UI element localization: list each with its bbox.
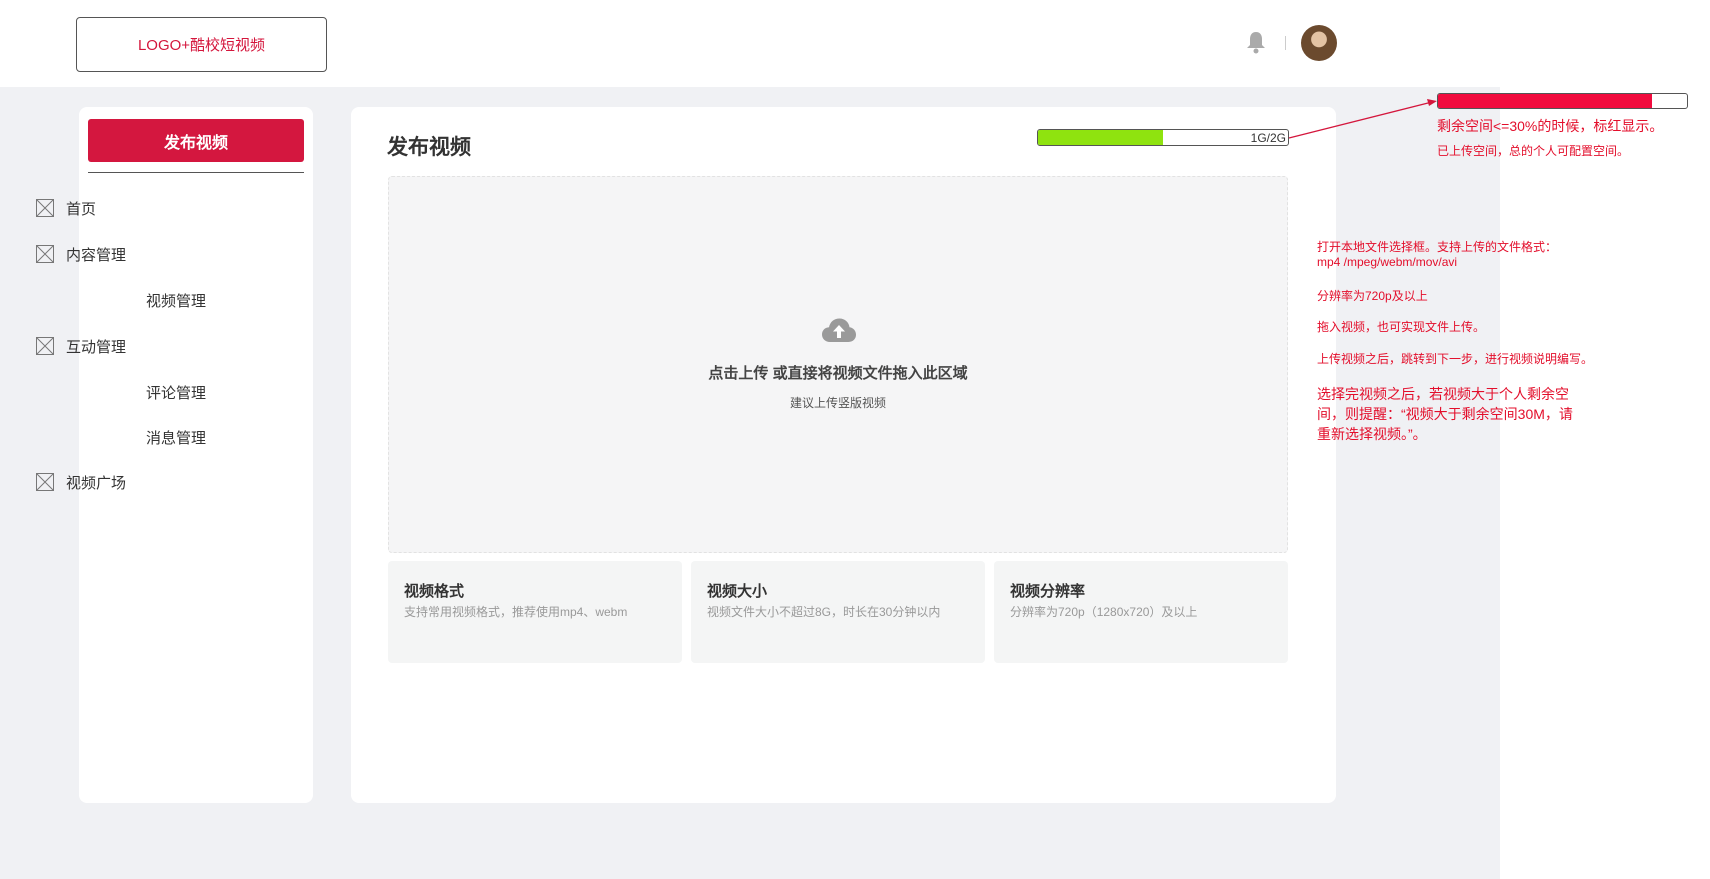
annotation-storage-note-1: 剩余空间<=30%的时候，标红显示。 (1437, 118, 1664, 134)
annotation-upload-note-1b: mp4 /mpeg/webm/mov/avi (1317, 255, 1458, 269)
annotation-upload-note-5b: 间，则提醒：“视频大于剩余空间30M，请 (1317, 406, 1573, 422)
annotation-upload-note-3: 拖入视频，也可实现文件上传。 (1317, 320, 1486, 334)
annotation-storage-bar (1437, 93, 1688, 109)
annotation-upload-note-5a: 选择完视频之后，若视频大于个人剩余空 (1317, 386, 1569, 402)
annotation-storage-fill (1438, 94, 1653, 108)
annotation-storage-note-2: 已上传空间，总的个人可配置空间。 (1437, 144, 1630, 158)
annotation-upload-note-2: 分辨率为720p及以上 (1317, 289, 1428, 303)
annotation-upload-note-5c: 重新选择视频。”。 (1317, 426, 1427, 442)
annotation-upload-note-4: 上传视频之后，跳转到下一步，进行视频说明编写。 (1317, 352, 1594, 366)
annotation-upload-note-1a: 打开本地文件选择框。支持上传的文件格式： (1317, 240, 1558, 254)
